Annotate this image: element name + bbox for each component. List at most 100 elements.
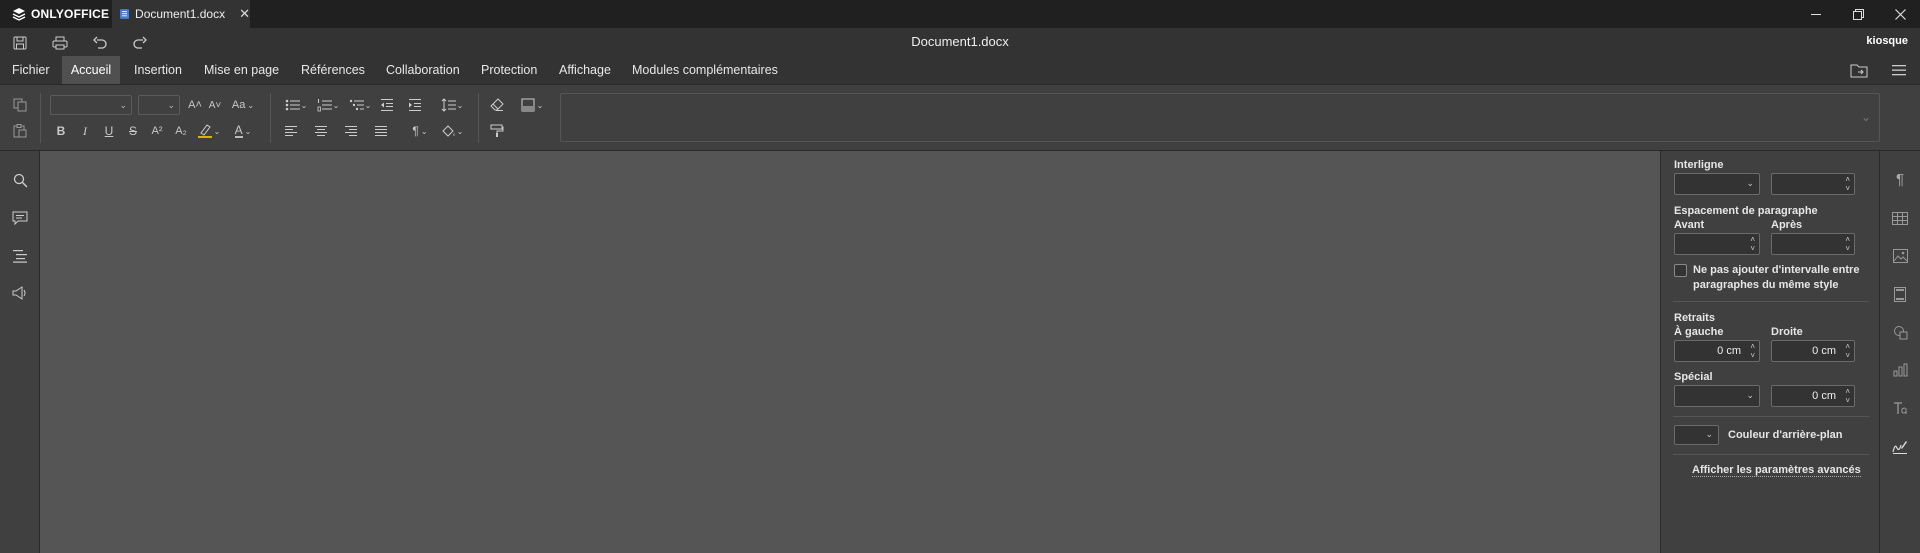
tab-plugins[interactable]: Modules complémentaires — [624, 56, 786, 84]
chart-settings-tab[interactable] — [1890, 360, 1910, 380]
justify-button[interactable] — [372, 122, 390, 140]
restore-button[interactable] — [1838, 0, 1878, 28]
line-spacing-type-select[interactable]: ⌄ — [1674, 173, 1760, 195]
superscript-icon: A² — [151, 125, 163, 137]
spinner-icon[interactable]: ˄ ˅ — [1845, 342, 1850, 360]
align-center-button[interactable] — [312, 122, 330, 140]
increase-font-size-button[interactable]: A˄ — [186, 96, 204, 114]
align-left-button[interactable] — [282, 122, 300, 140]
no-interval-label-line2: paragraphes du même style — [1693, 279, 1839, 291]
outdent-icon — [381, 99, 393, 111]
header-footer-settings-tab[interactable] — [1890, 284, 1910, 304]
background-color-picker[interactable]: ⌄ — [1674, 425, 1719, 445]
bold-button[interactable]: B — [52, 122, 70, 140]
advanced-settings-link[interactable]: Afficher les paramètres avancés — [1692, 464, 1861, 477]
tab-file[interactable]: Fichier — [4, 56, 58, 84]
spinner-icon[interactable]: ˄ ˅ — [1750, 342, 1755, 360]
tab-layout[interactable]: Mise en page — [196, 56, 287, 84]
chevron-down-icon: ⌄ — [456, 100, 464, 110]
multilevel-list-button[interactable]: ⌄ — [346, 96, 374, 114]
indent-left-field[interactable]: 0 cm ˄ ˅ — [1674, 340, 1760, 362]
decrease-font-size-button[interactable]: A˅ — [206, 96, 224, 114]
chevron-down-icon: ⌄ — [300, 100, 308, 110]
copy-style-button[interactable]: ⌄ — [518, 96, 546, 114]
tab-references[interactable]: Références — [293, 56, 373, 84]
right-sidebar: ¶ — [1879, 151, 1920, 553]
spinner-icon[interactable]: ˄ ˅ — [1845, 387, 1850, 405]
align-center-icon — [315, 126, 327, 136]
comments-button[interactable] — [9, 207, 31, 229]
italic-button[interactable]: I — [76, 122, 94, 140]
increase-indent-button[interactable] — [406, 96, 424, 114]
line-spacing-button[interactable]: ⌄ — [438, 96, 466, 114]
strikethrough-button[interactable]: S — [124, 122, 142, 140]
textart-settings-tab[interactable] — [1890, 398, 1910, 418]
nonprinting-characters-button[interactable]: ¶ ⌄ — [406, 122, 434, 140]
title-bar: ONLYOFFICE Document1.docx ✕ — [0, 0, 1920, 28]
background-color-label: Couleur d'arrière-plan — [1728, 429, 1843, 441]
spacing-before-field[interactable]: ˄ ˅ — [1674, 233, 1760, 255]
document-tab[interactable]: Document1.docx ✕ — [112, 0, 250, 28]
table-icon — [1892, 211, 1908, 225]
paragraph-shading-button[interactable]: ⌄ — [438, 122, 466, 140]
styles-gallery[interactable]: ⌄ — [560, 93, 1880, 142]
paste-button[interactable] — [11, 122, 29, 140]
chevron-down-icon: ⌄ — [119, 100, 127, 110]
tab-view[interactable]: Affichage — [551, 56, 619, 84]
copy-icon — [13, 98, 27, 112]
spinner-icon[interactable]: ˄ ˅ — [1845, 235, 1850, 253]
font-name-select[interactable]: ⌄ — [50, 95, 132, 115]
change-case-button[interactable]: Aa ⌄ — [230, 96, 256, 114]
navigation-button[interactable] — [9, 245, 31, 267]
italic-icon: I — [83, 123, 87, 138]
format-painter-button[interactable] — [488, 122, 506, 140]
align-right-button[interactable] — [342, 122, 360, 140]
format-painter-icon — [490, 124, 504, 137]
table-settings-tab[interactable] — [1890, 208, 1910, 228]
spinner-icon[interactable]: ˄ ˅ — [1750, 235, 1755, 253]
font-size-select[interactable]: ⌄ — [138, 95, 180, 115]
numbering-button[interactable]: ⌄ — [314, 96, 342, 114]
indent-left-value: 0 cm — [1717, 345, 1741, 357]
paragraph-settings-tab[interactable]: ¶ — [1890, 169, 1910, 189]
close-tab-icon[interactable]: ✕ — [239, 6, 250, 22]
word-document-icon — [120, 9, 130, 19]
image-settings-tab[interactable] — [1890, 246, 1910, 266]
shape-settings-tab[interactable] — [1890, 322, 1910, 342]
copy-button[interactable] — [11, 96, 29, 114]
tab-protection[interactable]: Protection — [473, 56, 545, 84]
highlight-color-button[interactable]: ⌄ — [196, 122, 222, 140]
tab-collaboration[interactable]: Collaboration — [378, 56, 468, 84]
chevron-down-icon: ⌄ — [1705, 429, 1713, 439]
search-button[interactable] — [9, 169, 31, 191]
tab-home[interactable]: Accueil — [62, 56, 120, 84]
superscript-button[interactable]: A² — [148, 122, 166, 140]
line-spacing-icon — [441, 98, 456, 112]
spinner-icon[interactable]: ˄ ˅ — [1845, 175, 1850, 193]
spacing-after-field[interactable]: ˄ ˅ — [1771, 233, 1855, 255]
more-menu-button[interactable] — [1891, 63, 1907, 82]
chevron-down-icon[interactable]: ⌄ — [1861, 110, 1871, 124]
font-color-button[interactable]: A ⌄ — [230, 122, 256, 140]
close-window-button[interactable] — [1880, 0, 1920, 28]
no-interval-checkbox[interactable] — [1674, 264, 1687, 277]
user-name: kiosque — [1866, 35, 1908, 47]
indent-right-field[interactable]: 0 cm ˄ ˅ — [1771, 340, 1855, 362]
chevron-down-icon: ⌄ — [1746, 390, 1754, 400]
numbered-list-icon — [317, 99, 332, 112]
special-indent-type-select[interactable]: ⌄ — [1674, 385, 1760, 407]
clear-style-button[interactable] — [488, 96, 506, 114]
underline-button[interactable]: U — [100, 122, 118, 140]
open-file-location-button[interactable] — [1850, 62, 1868, 83]
bullets-button[interactable]: ⌄ — [282, 96, 310, 114]
document-canvas[interactable] — [40, 151, 1660, 553]
line-spacing-value-field[interactable]: ˄ ˅ — [1771, 173, 1855, 195]
indent-right-value: 0 cm — [1812, 345, 1836, 357]
decrease-indent-button[interactable] — [378, 96, 396, 114]
special-indent-value-field[interactable]: 0 cm ˄ ˅ — [1771, 385, 1855, 407]
signature-settings-tab[interactable] — [1890, 436, 1910, 456]
subscript-button[interactable]: A₂ — [172, 122, 190, 140]
tab-insert[interactable]: Insertion — [126, 56, 190, 84]
minimize-button[interactable] — [1796, 0, 1836, 28]
feedback-button[interactable] — [9, 282, 31, 304]
